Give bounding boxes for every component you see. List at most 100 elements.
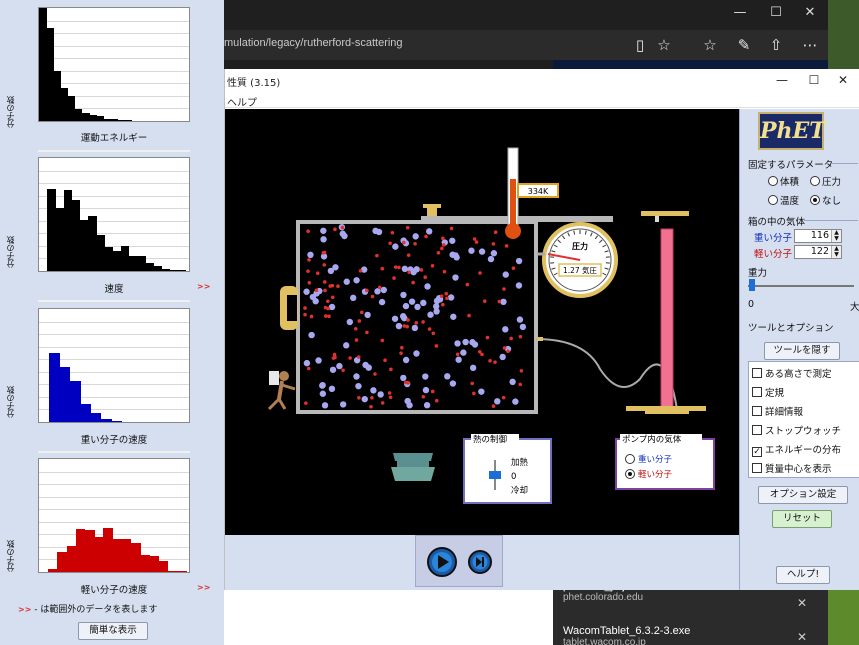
light-molecule [414, 321, 419, 325]
radio-temperature[interactable]: 温度 [768, 193, 799, 207]
heavy-molecule [329, 366, 337, 373]
light-molecule [407, 270, 411, 275]
option-measure-height[interactable]: ある高さで測定 [752, 366, 832, 380]
light-molecule [449, 226, 454, 231]
light-molecule [389, 367, 393, 372]
browser-close-button[interactable]: ✕ [792, 0, 828, 30]
option-ruler[interactable]: 定規 [752, 385, 784, 399]
gravity-slider-track[interactable] [748, 285, 854, 287]
gravity-title: 重力 [748, 268, 768, 279]
web-note-icon[interactable]: ✎ [734, 35, 754, 55]
histogram-bar [80, 403, 92, 422]
pump-cylinder[interactable] [660, 228, 674, 410]
light-molecule [399, 351, 403, 355]
heat-zero-label: 0 [511, 472, 516, 482]
light-molecule [330, 295, 335, 300]
light-molecule [465, 282, 470, 287]
address-url[interactable]: mulation/legacy/rutherford-scattering [224, 37, 403, 49]
light-molecule [304, 401, 308, 405]
heavy-radio[interactable] [625, 454, 635, 464]
gravity-slider-thumb[interactable] [749, 279, 755, 291]
browser-minimize-button[interactable]: — [722, 0, 758, 30]
heavy-molecule [364, 311, 371, 319]
reset-button[interactable]: リセット [772, 510, 832, 528]
histogram-kinetic-energy [38, 7, 190, 122]
light-molecule [439, 294, 444, 298]
heat-remove-label: 冷却 [511, 485, 528, 496]
close-button[interactable]: ✕ [826, 70, 859, 90]
light-molecule [390, 230, 395, 235]
light-molecule [509, 336, 513, 341]
light-molecule [353, 327, 358, 331]
heavy-molecule [449, 237, 456, 244]
radio-icon [810, 176, 820, 186]
radio-pressure[interactable]: 圧力 [810, 174, 841, 188]
heavy-molecule [408, 298, 416, 305]
checkbox-icon [752, 463, 762, 473]
light-molecule [411, 280, 415, 285]
simple-view-button[interactable]: 簡単な表示 [78, 622, 148, 640]
heavy-molecule [319, 390, 327, 397]
more-menu-icon[interactable]: ⋯ [800, 35, 820, 55]
menu-help[interactable]: ヘルプ [227, 94, 257, 109]
browser-maximize-button[interactable]: ☐ [758, 0, 794, 30]
thermometer-reading: 334K [528, 187, 549, 196]
heat-control-panel [463, 438, 552, 504]
checkbox-icon [752, 406, 762, 416]
light-molecule [406, 381, 410, 385]
option-center-of-mass[interactable]: 質量中心を表示 [752, 461, 832, 475]
light-molecule [502, 346, 507, 350]
light-molecule [421, 394, 426, 399]
share-icon[interactable]: ⇧ [766, 35, 786, 55]
option-details[interactable]: 詳細情報 [752, 404, 803, 418]
heavy-count-spinner[interactable]: 116 ▲ ▼ [794, 229, 842, 243]
reading-view-icon[interactable]: ▯ [630, 35, 650, 55]
light-molecule [397, 265, 401, 270]
light-molecule [357, 319, 362, 323]
heavy-molecule [391, 315, 399, 322]
download-item[interactable]: WacomTablet_6.3.2-3.exe tablet.wacom.co.… [563, 625, 690, 645]
favorites-hub-icon[interactable]: ☆ [700, 35, 720, 55]
radio-none[interactable]: なし [810, 193, 841, 207]
histogram-light-speed [38, 458, 190, 573]
playback-bar [225, 535, 739, 590]
help-button[interactable]: ヘルプ! [776, 566, 830, 584]
heavy-molecule [462, 338, 469, 346]
gas-in-box-title: 箱の中の気体 [748, 217, 806, 228]
light-molecule [387, 391, 392, 395]
pump-handle[interactable] [641, 211, 689, 216]
option-stopwatch[interactable]: ストップウォッチ [752, 423, 841, 437]
pump-gas-title: ポンプ内の気体 [622, 434, 682, 445]
close-icon[interactable]: ✕ [797, 596, 807, 610]
light-molecule [485, 335, 490, 340]
phet-logo[interactable]: PhET [758, 112, 826, 150]
heat-slider-thumb[interactable] [489, 471, 501, 479]
options-settings-button[interactable]: オプション設定 [758, 486, 848, 504]
simulation-scene: 334K 圧力 1.27 気圧 熱の制御 加熱 0 冷却 ポンプ内の気体 重い分… [267, 147, 715, 504]
heavy-molecule [320, 227, 327, 234]
light-molecule [388, 241, 392, 246]
heavy-molecule [402, 356, 410, 364]
histogram-bar [90, 412, 102, 422]
heavy-molecule [447, 294, 455, 301]
heavy-molecule [315, 357, 322, 364]
light-count-spinner[interactable]: 122 ▲ ▼ [794, 245, 842, 259]
favorite-star-icon[interactable]: ☆ [654, 35, 674, 55]
minimize-button[interactable]: — [765, 70, 799, 90]
heavy-molecule [424, 283, 431, 290]
heavy-molecule [453, 254, 460, 261]
close-icon[interactable]: ✕ [797, 630, 807, 644]
window-title-bar: 性質 (3.15) — ☐ ✕ [225, 69, 859, 91]
simulation-window: 性質 (3.15) — ☐ ✕ ヘルプ 334K 圧力 1.27 気圧 熱の制御… [224, 69, 859, 590]
light-molecule [402, 240, 406, 245]
radio-volume[interactable]: 体積 [768, 174, 799, 188]
heavy-molecule [346, 318, 354, 326]
simulation-canvas[interactable]: 334K 圧力 1.27 気圧 熱の制御 加熱 0 冷却 ポンプ内の気体 重い分… [225, 109, 739, 535]
histogram-ylabel: 分子の数 [6, 386, 15, 418]
hide-tools-button[interactable]: ツールを隠す [764, 342, 840, 360]
option-energy-distribution[interactable]: ✓ エネルギーの分布 [752, 442, 841, 457]
light-molecule [315, 271, 320, 276]
heavy-molecule [395, 322, 403, 330]
light-molecule [478, 271, 482, 275]
heavy-molecule [515, 257, 523, 265]
